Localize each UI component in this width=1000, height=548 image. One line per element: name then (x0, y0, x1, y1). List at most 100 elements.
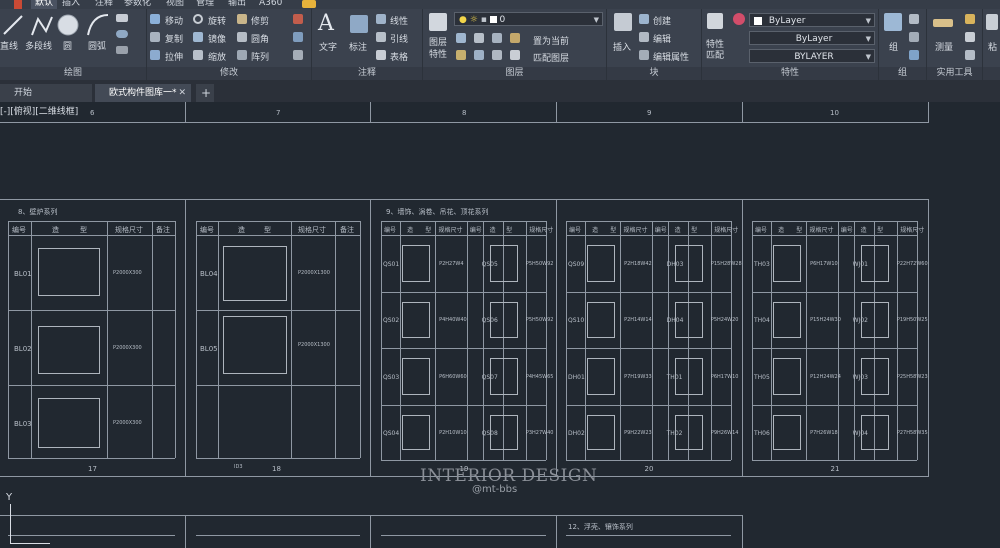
copy-button[interactable]: 复制 (165, 32, 183, 45)
dimension-button[interactable]: 标注 (349, 40, 367, 53)
layer-dropdown[interactable]: ● ☼ ▪ 0 ▼ (454, 12, 603, 26)
ornament-drawing[interactable] (674, 358, 703, 395)
ornament-drawing[interactable] (773, 415, 802, 450)
menu-home[interactable]: 默认 (31, 0, 58, 9)
polyline-icon[interactable] (30, 13, 54, 37)
move-button[interactable]: 移动 (165, 14, 183, 27)
app-menu-icon[interactable] (14, 0, 22, 9)
menu-a360[interactable]: A360 (259, 0, 282, 9)
menu-manage[interactable]: 管理 (196, 0, 214, 9)
lineweight-dropdown[interactable]: BYLAYER ▼ (749, 49, 875, 63)
new-tab-button[interactable]: + (196, 84, 214, 102)
color-dropdown[interactable]: ByLayer ▼ (749, 13, 875, 27)
layer-tool-icon[interactable] (492, 50, 502, 60)
ornament-drawing[interactable] (402, 415, 431, 450)
line-icon[interactable] (2, 14, 24, 36)
ornament-drawing[interactable] (489, 358, 518, 395)
arc-icon[interactable] (86, 13, 110, 37)
ornament-drawing[interactable] (674, 302, 703, 338)
ornament-drawing[interactable] (860, 302, 889, 338)
stretch-button[interactable]: 拉伸 (165, 50, 183, 63)
rotate-button[interactable]: 旋转 (208, 14, 226, 27)
layer-properties-button[interactable]: 图层 特性 (429, 37, 447, 61)
fillet-button[interactable]: 圆角 (251, 32, 269, 45)
rectangle-icon[interactable] (116, 14, 128, 22)
ornament-drawing[interactable] (489, 245, 518, 282)
tab-start[interactable]: 开始 (0, 84, 92, 102)
ornament-drawing[interactable] (773, 245, 802, 282)
hatch-icon[interactable] (116, 30, 128, 38)
table-button[interactable]: 表格 (390, 50, 408, 63)
ornament-drawing[interactable] (489, 415, 518, 450)
offset-icon[interactable] (293, 50, 303, 60)
layer-tool-icon[interactable] (474, 50, 484, 60)
line-button[interactable]: 直线 (0, 39, 18, 52)
array-button[interactable]: 阵列 (251, 50, 269, 63)
edit-block-button[interactable]: 编辑 (653, 32, 671, 45)
create-block-button[interactable]: 创建 (653, 14, 671, 27)
properties-panel-title[interactable]: 特性 (702, 67, 878, 80)
draw-panel-title[interactable]: 绘图 (0, 67, 146, 80)
ornament-drawing[interactable] (587, 245, 616, 282)
explode-icon[interactable] (293, 32, 303, 42)
group-button[interactable]: 组 (889, 40, 898, 53)
text-button[interactable]: 文字 (319, 40, 337, 53)
tab-drawing[interactable]: 欧式构件图库一* ✕ (95, 84, 191, 102)
ornament-drawing[interactable] (773, 302, 802, 338)
scale-button[interactable]: 缩放 (208, 50, 226, 63)
group-edit-icon[interactable] (909, 32, 919, 42)
menu-output[interactable]: 输出 (228, 0, 246, 9)
insert-button[interactable]: 插入 (613, 40, 631, 53)
block-panel-title[interactable]: 块 (607, 67, 701, 80)
layer-tool-icon[interactable] (456, 33, 466, 43)
match-properties-button[interactable]: 特性 匹配 (706, 40, 724, 62)
viewport-controls[interactable]: [-][俯视][二维线框] (0, 104, 78, 117)
circle-icon[interactable] (56, 13, 80, 37)
ornament-drawing[interactable] (587, 415, 616, 450)
menu-insert[interactable]: 插入 (62, 0, 80, 9)
ornament-drawing[interactable] (587, 302, 616, 338)
point-icon[interactable] (965, 32, 975, 42)
layer-tool-icon[interactable] (456, 50, 466, 60)
layer-tool-icon[interactable] (492, 33, 502, 43)
groups-panel-title[interactable]: 组 (879, 67, 926, 80)
leader-button[interactable]: 引线 (390, 32, 408, 45)
match-layer-button[interactable]: 匹配图层 (533, 51, 569, 64)
set-current-button[interactable]: 置为当前 (533, 34, 569, 47)
ornament-drawing[interactable] (674, 245, 703, 282)
paste-button[interactable]: 粘 (988, 40, 997, 53)
menu-view[interactable]: 视图 (166, 0, 184, 9)
fireplace-drawing[interactable] (38, 248, 100, 296)
mirror-button[interactable]: 镜像 (208, 32, 226, 45)
ornament-drawing[interactable] (489, 302, 518, 338)
menu-parametric[interactable]: 参数化 (124, 0, 151, 9)
fireplace-drawing[interactable] (223, 316, 287, 374)
linetype-dropdown[interactable]: ByLayer ▼ (749, 31, 875, 45)
layer-tool-icon[interactable] (474, 33, 484, 43)
ornament-drawing[interactable] (773, 358, 802, 395)
layers-panel-title[interactable]: 图层 (423, 67, 606, 80)
fireplace-drawing[interactable] (38, 326, 100, 374)
utilities-panel-title[interactable]: 实用工具 (927, 67, 982, 80)
erase-icon[interactable] (293, 14, 303, 24)
arc-button[interactable]: 圆弧 (88, 39, 106, 52)
circle-button[interactable]: 圆 (63, 39, 72, 52)
region-icon[interactable] (116, 46, 128, 54)
featured-apps-icon[interactable] (302, 0, 316, 8)
modify-panel-title[interactable]: 修改 (147, 67, 311, 80)
annotation-panel-title[interactable]: 注释 (312, 67, 422, 80)
measure-button[interactable]: 测量 (935, 40, 953, 53)
ornament-drawing[interactable] (402, 358, 431, 395)
calculator-icon[interactable] (965, 50, 975, 60)
group-select-icon[interactable] (909, 50, 919, 60)
polyline-button[interactable]: 多段线 (25, 39, 52, 52)
edit-attributes-button[interactable]: 编辑属性 (653, 50, 689, 63)
fireplace-drawing[interactable] (223, 246, 287, 301)
ornament-drawing[interactable] (860, 358, 889, 395)
layer-tool-icon[interactable] (510, 50, 520, 60)
trim-button[interactable]: 修剪 (251, 14, 269, 27)
quick-select-icon[interactable] (965, 14, 975, 24)
ungroup-icon[interactable] (909, 14, 919, 24)
ornament-drawing[interactable] (402, 245, 431, 282)
fireplace-drawing[interactable] (38, 398, 100, 448)
